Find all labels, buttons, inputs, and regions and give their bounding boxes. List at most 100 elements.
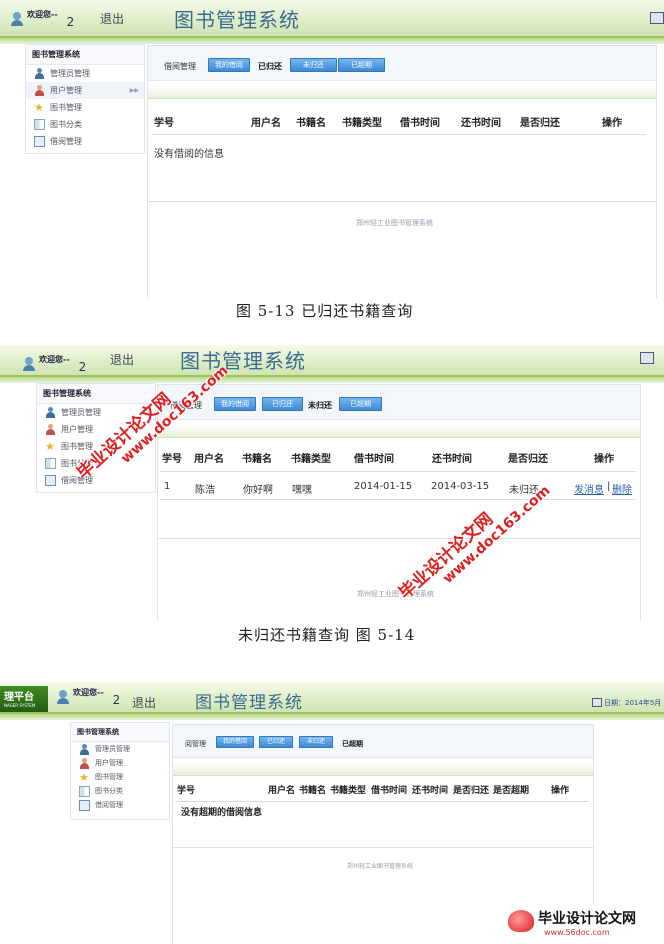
- star-icon: ★: [34, 101, 44, 114]
- sidebar-item-borrow[interactable]: 借阅管理: [26, 133, 144, 150]
- user-icon: [56, 690, 70, 704]
- overdue-tab[interactable]: 已超期: [342, 739, 363, 749]
- header-bar: 理平台 NAGER SYSTEM 欢迎您-- 2 退出 图书管理系统 日期：20…: [0, 682, 664, 720]
- green-strip: [148, 86, 656, 99]
- unreturned-button[interactable]: 未归还: [299, 736, 334, 748]
- sidebar-item-user[interactable]: 用户管理: [71, 756, 169, 770]
- user-block: 欢迎您-- 2: [10, 6, 74, 29]
- settings-icon[interactable]: [640, 352, 654, 364]
- cell-type: 嘿嘿: [292, 485, 312, 496]
- sidebar-item-category[interactable]: 图书分类: [26, 116, 144, 133]
- overdue-button[interactable]: 已超期: [338, 58, 385, 72]
- logout-link[interactable]: 退出: [132, 694, 156, 711]
- col-id: 学号: [154, 118, 174, 129]
- sidebar-item-user[interactable]: 用户管理 ▶▶: [26, 82, 144, 99]
- send-message-link[interactable]: 发消息: [574, 481, 604, 496]
- sidebar-title: 图书管理系统: [71, 723, 169, 742]
- brand-logo-icon: [508, 910, 534, 932]
- brand-name: 毕业设计论文网: [538, 911, 636, 927]
- admin-icon: [34, 68, 45, 79]
- col-type: 书籍类型: [342, 118, 382, 129]
- col-book: 书籍名: [296, 118, 326, 129]
- footer-text: 郑州轻工业图书管理系统: [356, 219, 433, 227]
- main-panel: 借阅管理 我的借阅 已归还 未归还 已超期 学号 用户名 书籍名 书籍类型 借书…: [147, 45, 657, 298]
- welcome-text: 欢迎您--: [27, 10, 58, 19]
- settings-icon[interactable]: [650, 12, 664, 24]
- borrow-icon: [34, 136, 45, 147]
- sidebar: 图书管理系统 管理员管理 用户管理 ▶▶ ★ 图书管理 图书分类 借阅管理: [25, 44, 145, 154]
- returned-tab[interactable]: 已归还: [258, 61, 282, 72]
- platform-logo: 理平台 NAGER SYSTEM: [0, 686, 48, 712]
- my-borrow-button[interactable]: 我的借阅: [214, 397, 256, 411]
- admin-icon: [45, 407, 56, 418]
- my-borrow-button[interactable]: 我的借阅: [216, 736, 255, 748]
- returned-button[interactable]: 已归还: [259, 736, 294, 748]
- date-label: 日期：2014年5月: [604, 699, 662, 707]
- green-strip: [173, 763, 593, 776]
- col-action: 操作: [551, 786, 570, 796]
- col-borrow-time: 借书时间: [371, 786, 408, 796]
- unreturned-tab[interactable]: 未归还: [308, 400, 332, 411]
- action-separator: |: [607, 481, 611, 492]
- empty-message: 没有借阅的信息: [154, 149, 224, 160]
- col-overdue: 是否超期: [493, 786, 530, 796]
- unreturned-button[interactable]: 未归还: [290, 58, 337, 72]
- user-icon: [79, 757, 90, 769]
- table-divider: [175, 801, 589, 802]
- col-type: 书籍类型: [330, 786, 367, 796]
- system-title: 图书管理系统: [180, 349, 306, 373]
- cell-book: 你好啊: [243, 485, 273, 496]
- header-bar: 欢迎您-- 2 退出 图书管理系统: [0, 0, 664, 44]
- col-returned: 是否归还: [508, 454, 548, 465]
- col-book: 书籍名: [242, 454, 272, 465]
- star-icon: ★: [45, 440, 55, 453]
- table-divider: [160, 471, 636, 472]
- screenshot-overdue: 理平台 NAGER SYSTEM 欢迎您-- 2 退出 图书管理系统 日期：20…: [0, 672, 664, 944]
- col-borrow-time: 借书时间: [354, 454, 394, 465]
- cell-id: 1: [164, 481, 171, 492]
- sidebar-item-books[interactable]: ★ 图书管理: [26, 99, 144, 116]
- cell-user: 陈浩: [195, 485, 215, 496]
- delete-link[interactable]: 删除: [612, 481, 632, 496]
- toolbar: 借阅管理 我的借阅 已归还 未归还 已超期: [158, 385, 640, 420]
- admin-icon: [79, 743, 90, 755]
- calendar-icon: [592, 698, 602, 707]
- sidebar-title: 图书管理系统: [37, 384, 155, 404]
- my-borrow-button[interactable]: 我的借阅: [208, 58, 250, 72]
- logout-link[interactable]: 退出: [110, 351, 134, 368]
- user-block: 欢迎您-- 2: [22, 351, 86, 374]
- col-return-time: 还书时间: [412, 786, 449, 796]
- brand-url: www.56doc.com: [544, 928, 610, 937]
- toolbar: 阅管理 我的借阅 已归还 未归还 已超期: [173, 725, 593, 758]
- screenshot-returned: 欢迎您-- 2 退出 图书管理系统 图书管理系统 管理员管理 用户管理 ▶▶ ★ 图…: [0, 0, 664, 298]
- category-icon: [79, 785, 90, 797]
- user-block: 欢迎您-- 2: [56, 684, 120, 707]
- cell-return-time: 2014-03-15: [431, 481, 490, 492]
- logout-link[interactable]: 退出: [100, 10, 124, 27]
- user-icon: [45, 424, 56, 435]
- sidebar: 图书管理系统 管理员管理 用户管理 ★ 图书管理 图书分类 借阅管理: [70, 722, 170, 820]
- col-user: 用户名: [268, 786, 296, 796]
- chevron-right-icon: ▶▶: [129, 87, 139, 94]
- header-bar: 欢迎您-- 2 退出 图书管理系统: [0, 345, 664, 383]
- welcome-text: 欢迎您--: [73, 688, 104, 697]
- returned-button[interactable]: 已归还: [262, 397, 303, 411]
- sidebar-item-admin[interactable]: 管理员管理: [26, 65, 144, 82]
- system-title: 图书管理系统: [195, 693, 303, 713]
- sidebar-item-admin[interactable]: 管理员管理: [71, 742, 169, 756]
- cell-borrow-time: 2014-01-15: [354, 481, 413, 492]
- user-count: 2: [66, 15, 75, 29]
- empty-message: 没有超期的借阅信息: [181, 808, 263, 818]
- sidebar-item-books[interactable]: ★ 图书管理: [71, 770, 169, 784]
- category-icon: [34, 119, 45, 130]
- screenshot-unreturned: 欢迎您-- 2 退出 图书管理系统 图书管理系统 管理员管理 用户管理 ★ 图书管…: [0, 345, 664, 620]
- user-icon: [34, 85, 45, 96]
- sidebar-item-category[interactable]: 图书分类: [71, 784, 169, 798]
- user-count: 2: [78, 360, 87, 374]
- borrow-icon: [45, 475, 56, 486]
- col-return-time: 还书时间: [461, 118, 501, 129]
- overdue-button[interactable]: 已超期: [339, 397, 382, 411]
- sidebar-item-borrow[interactable]: 借阅管理: [71, 798, 169, 812]
- table-divider: [152, 134, 646, 135]
- brand-badge: 毕业设计论文网 www.56doc.com: [500, 904, 664, 944]
